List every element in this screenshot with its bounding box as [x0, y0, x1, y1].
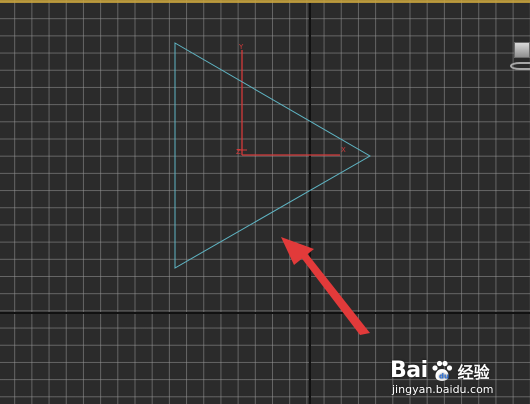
gizmo-y-label: Y — [238, 43, 244, 51]
viewcube-face[interactable] — [514, 42, 530, 58]
baidu-jingyan-watermark: Bai du u 经验 jingyan.baidu.com — [390, 358, 516, 396]
home-grid-axis-vertical — [309, 3, 311, 404]
watermark-brand-cn: 经验 — [457, 362, 490, 382]
home-grid-axis-horizontal — [0, 312, 530, 314]
watermark-url: jingyan.baidu.com — [392, 383, 494, 396]
viewcube-icon[interactable] — [510, 40, 530, 70]
gizmo-origin-label: Z — [236, 148, 241, 156]
perspective-viewport[interactable]: Y X Z Bai du u 经验 j — [0, 0, 530, 404]
watermark-brand-a: Bai — [390, 358, 428, 383]
triangle-shape[interactable] — [174, 42, 372, 269]
paw-icon: du — [432, 360, 452, 381]
svg-text:du: du — [439, 372, 449, 380]
annotation-arrow — [281, 237, 370, 335]
gizmo-x-label: X — [341, 146, 346, 154]
transform-gizmo[interactable]: Y X Z — [236, 43, 346, 156]
scene-layer: Y X Z — [174, 42, 372, 335]
viewcube-compass-ring[interactable] — [510, 62, 530, 70]
viewport-active-border — [0, 0, 530, 3]
